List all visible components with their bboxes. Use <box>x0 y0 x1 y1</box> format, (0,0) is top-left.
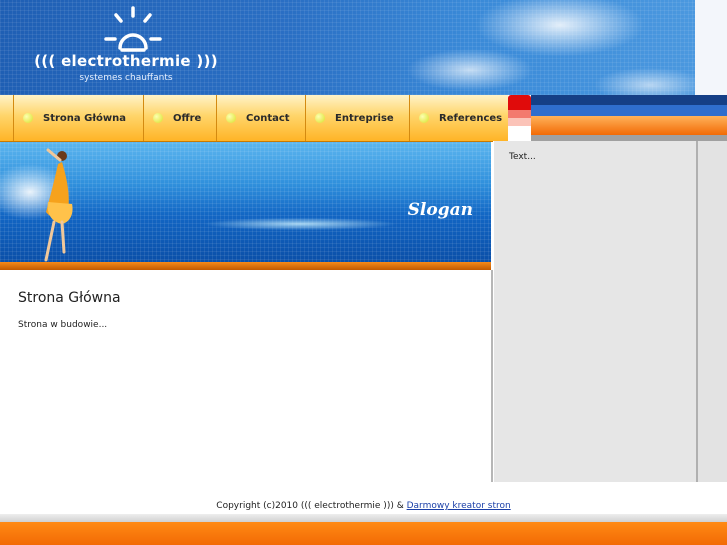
page-text: Strona w budowie... <box>18 320 108 330</box>
sidebar-text: Text... <box>509 152 536 162</box>
bullet-icon <box>315 113 325 123</box>
jumping-woman-image <box>44 148 73 262</box>
nav-label: Contact <box>246 112 290 124</box>
nav-label: Entreprise <box>335 112 394 124</box>
header: ((( electrothermie ))) systemes chauffan… <box>0 0 727 95</box>
footer-copyright: Copyright (c)2010 ((( electrothermie )))… <box>216 501 404 511</box>
banner-bottom-bar <box>0 262 491 270</box>
sun-icon <box>104 6 162 52</box>
header-right-bars <box>531 95 727 141</box>
bullet-icon <box>226 113 236 123</box>
footer-link[interactable]: Darmowy kreator stron <box>407 501 511 511</box>
page-title: Strona Główna <box>18 290 121 306</box>
nav-label: Offre <box>173 112 202 124</box>
nav-item-entreprise[interactable]: Entreprise <box>306 95 410 141</box>
bullet-icon <box>419 113 429 123</box>
footer-orange-bar <box>0 522 727 545</box>
sidebar-far-column <box>698 141 727 482</box>
logo-subtitle: systemes chauffants <box>79 73 173 83</box>
logo-title[interactable]: ((( electrothermie ))) <box>0 52 252 70</box>
bullet-icon <box>23 113 33 123</box>
footer-gray-bar <box>0 514 727 522</box>
nav-end-cap <box>508 95 531 141</box>
nav-item-references[interactable]: References <box>410 95 508 141</box>
nav-item-home[interactable]: Strona Główna <box>14 95 144 141</box>
nav-label: References <box>439 112 503 124</box>
nav-left-cap <box>0 95 14 141</box>
header-right-strip <box>695 0 727 95</box>
nav-item-offre[interactable]: Offre <box>144 95 217 141</box>
bullet-icon <box>153 113 163 123</box>
nav-item-contact[interactable]: Contact <box>217 95 306 141</box>
banner: Slogan <box>0 142 491 264</box>
sidebar: Text... <box>493 141 697 482</box>
main-nav: Strona Główna Offre Contact Entreprise R… <box>0 95 508 142</box>
footer-text: Copyright (c)2010 ((( electrothermie )))… <box>0 501 727 511</box>
nav-label: Strona Główna <box>43 112 127 124</box>
slogan: Slogan <box>407 200 473 220</box>
